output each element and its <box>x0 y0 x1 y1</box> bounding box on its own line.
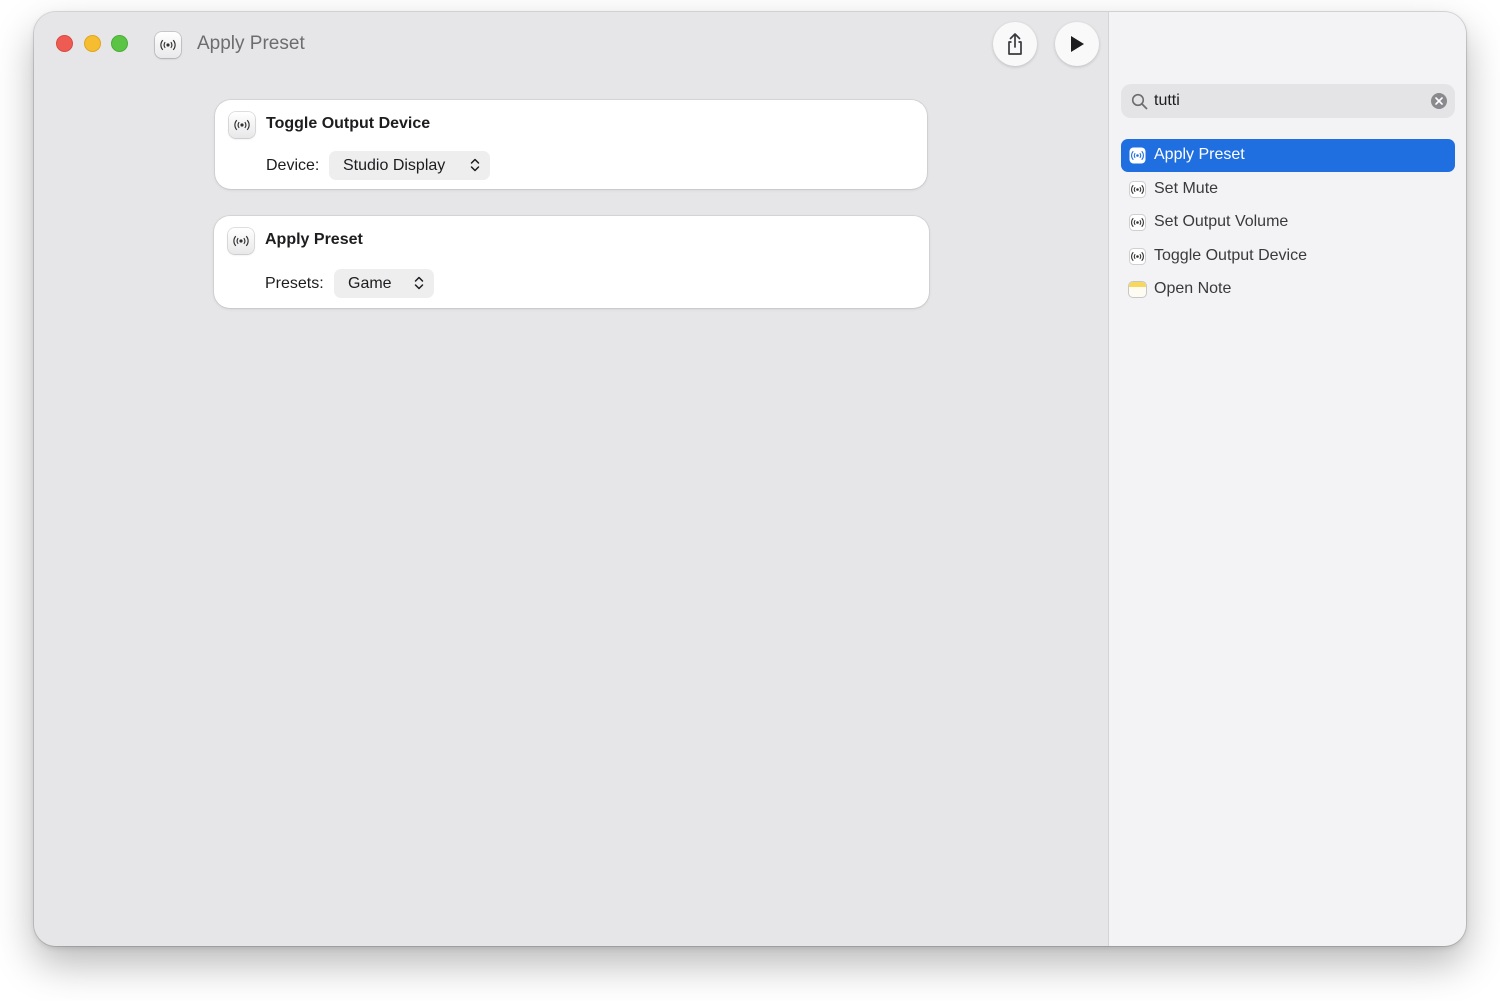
result-item-apply-preset[interactable]: Apply Preset <box>1121 139 1455 172</box>
app-window: Apply Preset Toggle Output Device Device… <box>34 12 1466 946</box>
result-item-open-note[interactable]: Open Note <box>1121 273 1455 306</box>
editor-pane: Apply Preset Toggle Output Device Device… <box>34 12 1108 946</box>
action-card-apply-preset[interactable]: Apply Preset Presets: Game <box>214 216 929 308</box>
action-title: Toggle Output Device <box>266 115 431 132</box>
share-button[interactable] <box>993 22 1037 66</box>
note-icon <box>1129 281 1146 298</box>
device-label: Device: <box>266 157 320 174</box>
share-icon <box>1008 33 1022 55</box>
search-input[interactable]: tutti <box>1154 92 1180 110</box>
result-label: Apply Preset <box>1154 146 1245 163</box>
broadcast-icon <box>1129 147 1146 164</box>
chevron-updown-icon <box>470 158 480 172</box>
close-button[interactable] <box>56 35 73 52</box>
play-icon <box>1071 36 1084 52</box>
search-results: Apply Preset Set Mute Set Output Volume … <box>1121 139 1455 307</box>
presets-value: Game <box>348 274 392 292</box>
result-item-set-output-volume[interactable]: Set Output Volume <box>1121 206 1455 239</box>
broadcast-icon <box>233 235 249 247</box>
search-field[interactable]: tutti <box>1121 84 1455 118</box>
broadcast-icon <box>234 119 250 131</box>
result-item-set-mute[interactable]: Set Mute <box>1121 173 1455 206</box>
minimize-button[interactable] <box>84 35 101 52</box>
action-title: Apply Preset <box>265 231 363 248</box>
action-icon <box>228 228 254 254</box>
result-label: Open Note <box>1154 280 1232 297</box>
broadcast-icon <box>1129 180 1146 198</box>
device-popup[interactable]: Studio Display <box>329 151 490 180</box>
action-library-sidebar: tutti Apply Preset Set Mute Set Output V… <box>1108 12 1466 946</box>
window-title: Apply Preset <box>197 33 305 54</box>
result-item-toggle-output-device[interactable]: Toggle Output Device <box>1121 240 1455 273</box>
broadcast-icon <box>160 39 176 51</box>
close-icon <box>1435 97 1443 105</box>
broadcast-icon <box>1129 247 1146 265</box>
presets-label: Presets: <box>265 275 324 292</box>
result-label: Set Mute <box>1154 179 1219 197</box>
run-button[interactable] <box>1055 22 1099 66</box>
action-icon <box>229 112 255 138</box>
clear-search-button[interactable] <box>1431 93 1447 109</box>
search-icon <box>1131 93 1148 110</box>
result-label: Set Output Volume <box>1154 213 1289 230</box>
broadcast-icon <box>1129 214 1146 231</box>
action-card-toggle-output-device[interactable]: Toggle Output Device Device: Studio Disp… <box>215 100 927 189</box>
presets-popup[interactable]: Game <box>334 269 434 298</box>
chevron-updown-icon <box>414 276 424 290</box>
result-label: Toggle Output Device <box>1154 246 1307 264</box>
app-icon <box>155 32 181 58</box>
zoom-button[interactable] <box>111 35 128 52</box>
device-value: Studio Display <box>343 156 446 174</box>
